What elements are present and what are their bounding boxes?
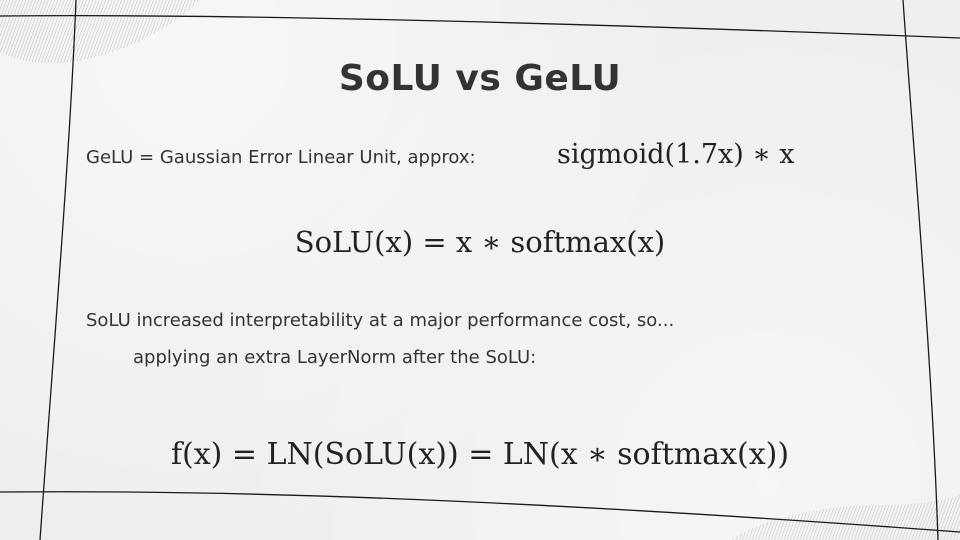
gelu-formula-text: sigmoid(1.7x) ∗ x [557, 139, 795, 170]
slide: SoLU vs GeLU GeLU = Gaussian Error Linea… [0, 0, 960, 540]
solu-formula: SoLU(x) = x ∗ softmax(x) [0, 225, 960, 259]
gelu-description: GeLU = Gaussian Error Linear Unit, appro… [86, 147, 476, 168]
final-formula: f(x) = LN(SoLU(x)) = LN(x ∗ softmax(x)) [0, 437, 960, 472]
solu-formula-text: SoLU(x) = x ∗ softmax(x) [294, 225, 666, 259]
note-line-2: applying an extra LayerNorm after the So… [133, 347, 537, 368]
gelu-formula: sigmoid(1.7x) ∗ x [557, 139, 795, 170]
slide-title: SoLU vs GeLU [338, 58, 622, 99]
final-formula-text: f(x) = LN(SoLU(x)) = LN(x ∗ softmax(x)) [170, 437, 790, 472]
note-line-1: SoLU increased interpretability at a maj… [86, 310, 675, 331]
